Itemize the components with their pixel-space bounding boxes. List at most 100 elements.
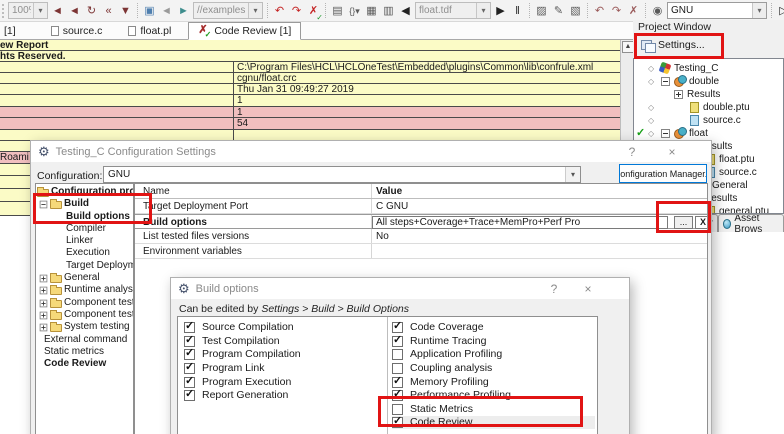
tree-item-execution[interactable]: Execution [36, 247, 133, 259]
option-coupling-analysis[interactable]: Coupling analysis [392, 362, 492, 375]
tree-item-component-testing-2[interactable]: Component testing for C [36, 309, 133, 321]
option-application-profiling[interactable]: Application Profiling [392, 348, 502, 361]
tree-item-external-command[interactable]: External command [36, 334, 133, 346]
tree-item-double-ptu[interactable]: ◇ double.ptu [634, 101, 783, 114]
app-window: 100%▾ ◄ ◄ ↻ « ▼ ▣ ◄ ► //examples▾ ↶ ↷ ✗✓… [0, 0, 784, 434]
tab-source-c[interactable]: source.c [42, 22, 112, 39]
checkbox-icon[interactable] [184, 390, 195, 401]
toolbar-grip[interactable] [2, 4, 4, 18]
tree-item-compiler[interactable]: Compiler [36, 223, 133, 235]
tree-item-double-results[interactable]: Results [634, 88, 783, 101]
checkbox-icon[interactable] [184, 336, 195, 347]
columns-icon[interactable]: ▥ [381, 1, 396, 21]
option-test-compilation[interactable]: Test Compilation [184, 335, 280, 348]
tree-item-double-source[interactable]: ◇ source.c [634, 114, 783, 127]
checkbox-icon[interactable] [184, 349, 195, 360]
tree-item-target-deployment-port[interactable]: Target Deployment Po [36, 260, 133, 272]
nav-forward-icon[interactable]: ► [176, 1, 191, 21]
table-row-target-deployment-port[interactable]: Target Deployment Port C GNU [135, 199, 707, 214]
tdf-combo[interactable]: float.tdf▾ [415, 2, 491, 19]
edit-script-icon[interactable]: ✎ [551, 1, 566, 21]
expand-icon[interactable] [40, 299, 48, 307]
expand-icon[interactable] [40, 311, 48, 319]
option-program-compilation[interactable]: Program Compilation [184, 348, 301, 361]
play-icon[interactable]: ▷ [776, 1, 784, 21]
report-back-icon[interactable]: ◄ [50, 1, 65, 21]
checkbox-icon[interactable] [184, 322, 195, 333]
tab-clipped[interactable]: [1] [0, 22, 20, 39]
target-combo[interactable]: GNU▾ [667, 2, 767, 19]
report-book-icon[interactable]: ▤ [330, 1, 345, 21]
option-runtime-tracing[interactable]: Runtime Tracing [392, 335, 486, 348]
option-memory-profiling[interactable]: Memory Profiling [392, 376, 489, 389]
tab-asset-browser[interactable]: Asset Brows [718, 214, 784, 232]
pattern-icon[interactable]: ▧ [568, 1, 583, 21]
undo2-icon[interactable]: ↶ [592, 1, 607, 21]
checkbox-icon[interactable] [392, 349, 403, 360]
build-options-value-field[interactable]: All steps+Coverage+Trace+MemPro+Perf Pro [372, 216, 668, 229]
zoom-level-combo[interactable]: 100%▾ [8, 2, 48, 19]
expand-icon[interactable] [40, 323, 48, 331]
fast-rewind-icon[interactable]: « [101, 1, 116, 21]
close-icon[interactable]: × [577, 282, 599, 296]
braces-icon[interactable]: {}▾ [347, 1, 362, 21]
tab-float-pl[interactable]: float.pl [119, 22, 180, 39]
tree-item-component-testing-1[interactable]: Component testing for C [36, 297, 133, 309]
filter-icon[interactable]: ▼ [118, 1, 133, 21]
table-row-build-options[interactable]: Build options All steps+Coverage+Trace+M… [135, 214, 707, 229]
option-report-generation[interactable]: Report Generation [184, 389, 288, 402]
tree-item-general[interactable]: General [36, 272, 133, 284]
report-window-icon[interactable]: ▣ [142, 1, 157, 21]
checkbox-icon[interactable] [392, 363, 403, 374]
build-tools-icon[interactable]: ▨ [534, 1, 549, 21]
option-code-coverage[interactable]: Code Coverage [392, 321, 484, 334]
table-row-environment-variables[interactable]: Environment variables [135, 244, 707, 259]
collapse-icon[interactable] [661, 129, 670, 138]
configuration-combo[interactable]: GNU ▾ [103, 166, 581, 183]
dialog-titlebar[interactable]: ⚙ Testing_C Configuration Settings [31, 141, 711, 162]
checkbox-icon[interactable] [184, 363, 195, 374]
nav-back-icon[interactable]: ◄ [159, 1, 174, 21]
tab-code-review[interactable]: ✗✓ Code Review [1] [188, 22, 301, 40]
expand-icon[interactable] [40, 286, 48, 294]
close-icon[interactable]: × [661, 145, 683, 159]
document-tabbar: [1] source.c float.pl ✗✓ Code Review [1] [0, 22, 633, 40]
option-program-link[interactable]: Program Link [184, 362, 264, 375]
redo-icon[interactable]: ↷ [289, 1, 304, 21]
redo2-icon[interactable]: ↷ [609, 1, 624, 21]
tree-item-linker[interactable]: Linker [36, 235, 133, 247]
run-icon[interactable]: ▶ [493, 1, 508, 21]
folder-icon [50, 324, 62, 332]
checkbox-icon[interactable] [392, 377, 403, 388]
help-button[interactable]: ? [543, 282, 565, 296]
checkbox-icon[interactable] [392, 322, 403, 333]
export-grid-icon[interactable]: ▦ [364, 1, 379, 21]
tree-item-float[interactable]: ✓ ◇ float [634, 127, 783, 140]
expand-icon[interactable] [40, 274, 48, 282]
tree-item-static-metrics[interactable]: Static metrics [36, 346, 133, 358]
examples-combo[interactable]: //examples▾ [193, 2, 263, 19]
undo-icon[interactable]: ↶ [272, 1, 287, 21]
tree-item-code-review[interactable]: Code Review [36, 358, 133, 370]
rotate-view-icon[interactable]: ↻ [84, 1, 99, 21]
tree-item-system-testing[interactable]: System testing [36, 321, 133, 333]
table-row-list-tested-files[interactable]: List tested files versions No [135, 229, 707, 244]
prev-test-icon[interactable]: ◀ [398, 1, 413, 21]
snapshot-icon[interactable]: ◉ [650, 1, 665, 21]
pause-icon[interactable]: ‖ [510, 1, 525, 21]
checkbox-icon[interactable] [392, 336, 403, 347]
expand-icon[interactable] [674, 90, 683, 99]
clear-results-icon[interactable]: ✗✓ [306, 1, 321, 21]
configuration-manager-button[interactable]: Configuration Manager... [619, 164, 707, 183]
tree-item-testing-c[interactable]: ◇ Testing_C [634, 62, 783, 75]
tree-item-runtime-analysis[interactable]: Runtime analysis [36, 284, 133, 296]
collapse-icon[interactable] [661, 77, 670, 86]
option-program-execution[interactable]: Program Execution [184, 376, 291, 389]
checkbox-icon[interactable] [184, 377, 195, 388]
cancel-icon[interactable]: ✗ [626, 1, 641, 21]
tree-item-double[interactable]: ◇ double [634, 75, 783, 88]
help-button[interactable]: ? [621, 145, 643, 159]
report-back2-icon[interactable]: ◄ [67, 1, 82, 21]
folder-icon [50, 312, 62, 320]
option-source-compilation[interactable]: Source Compilation [184, 321, 294, 334]
